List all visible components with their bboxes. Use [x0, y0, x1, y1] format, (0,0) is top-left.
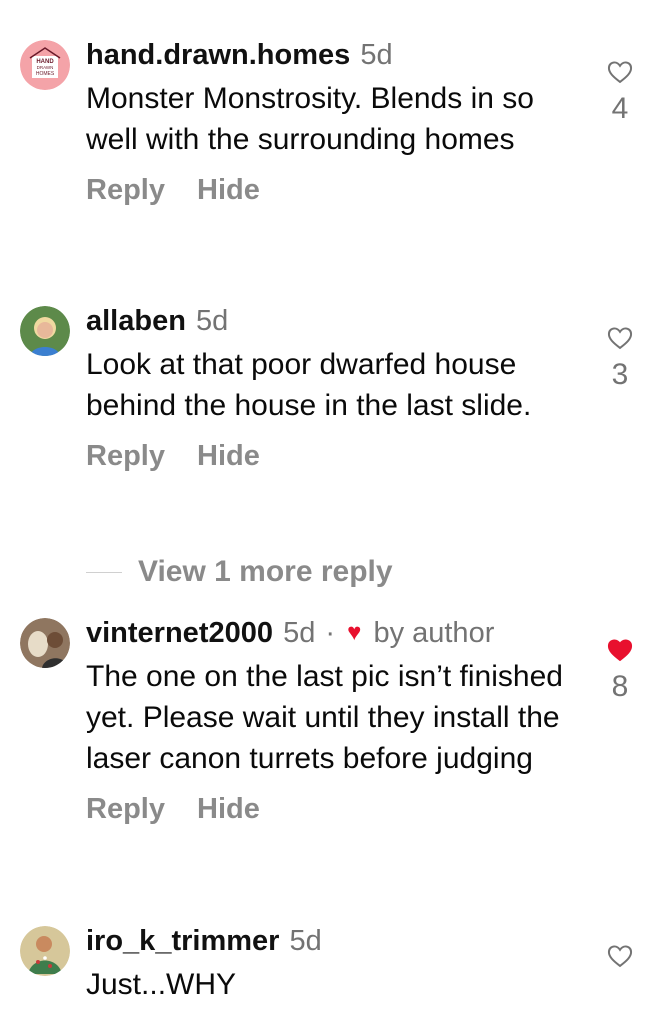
svg-text:HOMES: HOMES [36, 71, 55, 77]
heart-outline-icon[interactable] [600, 324, 640, 352]
avatar[interactable] [20, 306, 70, 356]
heart-outline-icon[interactable] [600, 58, 640, 86]
author-liked-badge: by author [373, 617, 495, 649]
comment-meta: iro_k_trimmer 5d [86, 924, 576, 958]
separator-dot: · [325, 617, 336, 649]
comment-text: Monster Monstrosity. Blends in so well w… [86, 82, 534, 156]
username[interactable]: hand.drawn.homes [86, 39, 350, 71]
comment-text: Look at that poor dwarfed house behind t… [86, 348, 532, 422]
comment-actions: Reply Hide [86, 174, 576, 207]
hide-button[interactable]: Hide [197, 174, 260, 206]
comment-body: hand.drawn.homes 5d Monster Monstrosity.… [86, 38, 576, 207]
like-count: 4 [611, 92, 629, 125]
reply-thread-line [86, 571, 122, 573]
timestamp: 5d [360, 39, 393, 71]
comment-meta: allaben 5d [86, 304, 576, 338]
comment-body: vinternet2000 5d · ♥ by author The one o… [86, 616, 576, 826]
comment-meta: hand.drawn.homes 5d [86, 38, 576, 72]
avatar[interactable] [20, 926, 70, 976]
heart-outline-icon[interactable] [600, 942, 640, 970]
author-heart-icon: ♥ [347, 619, 362, 646]
timestamp: 5d [283, 617, 316, 649]
hide-button[interactable]: Hide [197, 793, 260, 825]
comment-text: Just...WHY [86, 968, 237, 1001]
like-group [600, 942, 640, 970]
comment-text: The one on the last pic isn’t finished y… [86, 660, 563, 775]
like-group: 3 [600, 324, 640, 392]
like-count: 3 [611, 358, 629, 391]
timestamp: 5d [289, 925, 322, 957]
reply-button[interactable]: Reply [86, 174, 165, 206]
heart-filled-icon[interactable] [600, 636, 640, 664]
svg-text:DRAWN: DRAWN [37, 65, 54, 70]
timestamp: 5d [196, 305, 229, 337]
comment-meta: vinternet2000 5d · ♥ by author [86, 616, 576, 650]
avatar[interactable] [20, 618, 70, 668]
view-more-replies-label[interactable]: View 1 more reply [138, 555, 393, 589]
like-group: 4 [600, 58, 640, 126]
comment-actions: Reply Hide [86, 440, 576, 473]
reply-button[interactable]: Reply [86, 440, 165, 472]
avatar[interactable]: HAND DRAWN HOMES [20, 40, 70, 90]
view-more-replies[interactable]: View 1 more reply [86, 552, 393, 592]
like-count: 8 [611, 670, 629, 703]
username[interactable]: vinternet2000 [86, 617, 273, 649]
comment-actions: Reply Hide [86, 793, 576, 826]
hide-button[interactable]: Hide [197, 440, 260, 472]
comment-body: iro_k_trimmer 5d Just...WHY [86, 924, 576, 1005]
comment-body: allaben 5d Look at that poor dwarfed hou… [86, 304, 576, 473]
reply-button[interactable]: Reply [86, 793, 165, 825]
username[interactable]: allaben [86, 305, 186, 337]
like-group: 8 [600, 636, 640, 704]
username[interactable]: iro_k_trimmer [86, 925, 279, 957]
